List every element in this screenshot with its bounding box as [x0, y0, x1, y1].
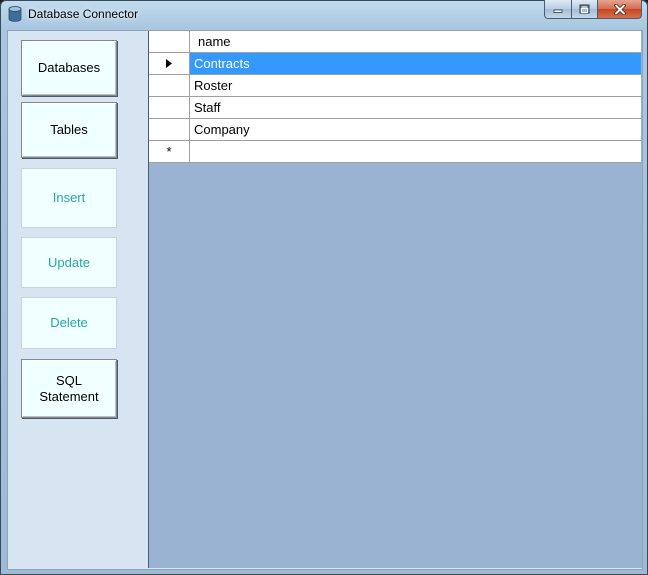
minimize-icon — [553, 9, 563, 13]
row-header[interactable] — [149, 97, 190, 118]
table-row[interactable]: Contracts — [149, 53, 641, 75]
grid-corner-header[interactable] — [149, 31, 190, 52]
minimize-button[interactable] — [544, 0, 572, 19]
row-header[interactable] — [149, 53, 190, 74]
tables-button[interactable]: Tables — [21, 102, 117, 158]
maximize-button[interactable] — [572, 0, 598, 19]
app-window: Database Connector Databases Tables Inse… — [0, 0, 648, 575]
table-row[interactable]: Roster — [149, 75, 641, 97]
new-row-header[interactable]: * — [149, 141, 190, 162]
close-icon — [613, 3, 626, 15]
row-header[interactable] — [149, 119, 190, 140]
client-area: Databases Tables Insert Update Delete SQ… — [7, 30, 643, 570]
new-row-asterisk-icon: * — [166, 144, 172, 159]
sql-statement-label-line1: SQL — [55, 372, 82, 388]
title-bar[interactable]: Database Connector — [0, 0, 648, 28]
row-header[interactable] — [149, 75, 190, 96]
table-cell-name[interactable]: Contracts — [190, 53, 641, 74]
delete-button[interactable]: Delete — [21, 297, 117, 349]
update-button[interactable]: Update — [21, 237, 117, 288]
data-grid[interactable]: name Contracts Roster Staff Company * — [148, 31, 642, 568]
table-cell-name[interactable]: Company — [190, 119, 641, 140]
table-row[interactable]: Staff — [149, 97, 641, 119]
close-button[interactable] — [598, 0, 642, 19]
database-icon — [8, 6, 22, 22]
maximize-icon — [579, 4, 590, 14]
window-title: Database Connector — [28, 7, 139, 21]
grid-header: name — [149, 31, 641, 53]
table-cell-name[interactable]: Roster — [190, 75, 641, 96]
sql-statement-button[interactable]: SQL Statement — [21, 359, 117, 418]
column-header-name[interactable]: name — [190, 31, 641, 52]
current-row-arrow-icon — [166, 59, 172, 68]
sql-statement-label-line2: Statement — [39, 388, 99, 404]
new-row[interactable]: * — [149, 141, 641, 163]
insert-button[interactable]: Insert — [21, 168, 117, 228]
table-cell-name[interactable]: Staff — [190, 97, 641, 118]
table-row[interactable]: Company — [149, 119, 641, 141]
caption-buttons — [544, 0, 642, 20]
new-row-cell[interactable] — [190, 141, 641, 162]
databases-button[interactable]: Databases — [21, 40, 117, 96]
